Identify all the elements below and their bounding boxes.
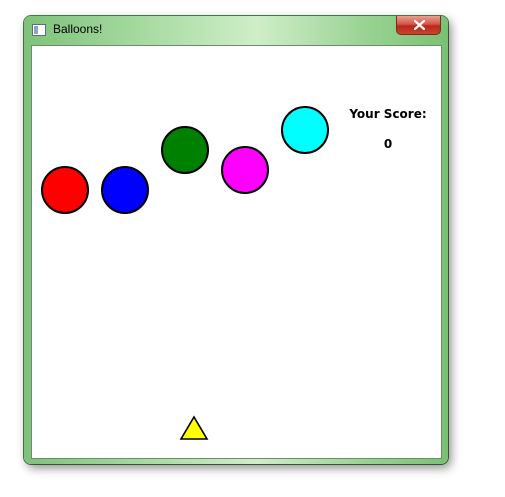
balloon-blue[interactable] bbox=[101, 166, 149, 214]
game-canvas[interactable]: Your Score: 0 bbox=[31, 45, 442, 459]
balloon-green[interactable] bbox=[161, 126, 209, 174]
score-value: 0 bbox=[383, 137, 393, 151]
shooter-triangle-icon[interactable] bbox=[179, 415, 209, 441]
close-icon bbox=[414, 20, 425, 30]
balloon-magenta[interactable] bbox=[221, 146, 269, 194]
close-button[interactable] bbox=[396, 16, 441, 35]
balloon-red[interactable] bbox=[41, 166, 89, 214]
title-bar[interactable]: Balloons! bbox=[24, 16, 448, 44]
score-label: Your Score: bbox=[349, 107, 427, 121]
window-title: Balloons! bbox=[53, 22, 103, 36]
app-window-icon[interactable] bbox=[32, 24, 46, 36]
game-window: Balloons! Your Score: 0 bbox=[24, 16, 448, 464]
balloon-cyan[interactable] bbox=[281, 106, 329, 154]
